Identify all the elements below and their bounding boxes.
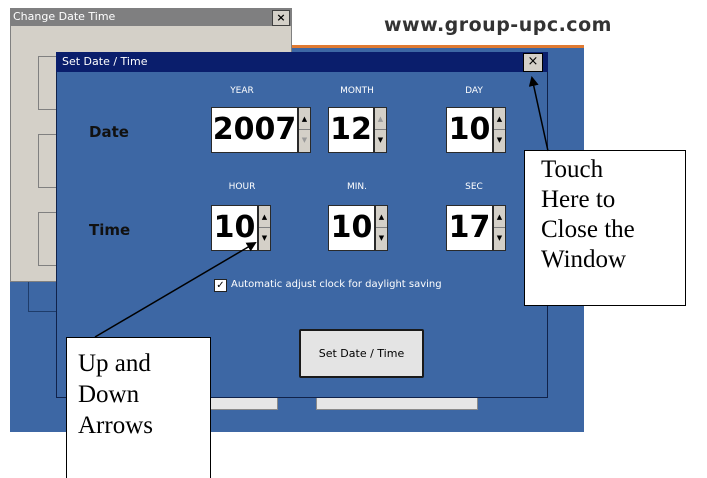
close-pointer-arrow: [528, 76, 549, 152]
arrows-pointer-arrow: [94, 241, 257, 338]
annotation-pointer-arrows: [94, 76, 549, 338]
